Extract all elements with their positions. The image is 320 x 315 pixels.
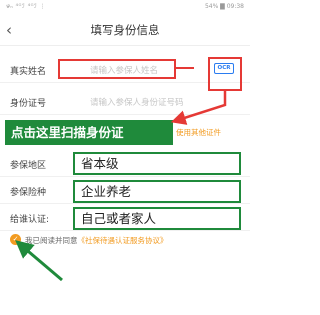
checkmark-icon[interactable]: ✓: [10, 234, 21, 245]
certifier-label: 给谁认证:: [10, 215, 50, 225]
battery-time: 54% ▇ 09:38: [204, 3, 244, 10]
ocr-scan-button[interactable]: OCR: [208, 57, 242, 91]
agreement-prefix: 我已阅读并同意: [25, 236, 78, 245]
ocr-icon: OCR: [214, 63, 234, 74]
region-select[interactable]: 省本级: [73, 152, 241, 175]
agreement-link[interactable]: 《社保待遇认证服务协议》: [78, 236, 168, 245]
nav-bar: ‹ 填写身份信息: [0, 16, 250, 46]
page-title: 填写身份信息: [90, 23, 160, 37]
signal-indicators: ഴₙ ⁴ᴳℐ ⁴ᴳℐ ⋮: [6, 3, 47, 10]
agreement-arrow: [15, 240, 63, 282]
agreement-text: 我已阅读并同意《社保待遇认证服务协议》: [25, 235, 168, 246]
use-other-document-link[interactable]: 使用其他证件: [176, 127, 221, 138]
id-label: 身份证号: [10, 99, 47, 109]
insurance-type-select[interactable]: 企业养老: [73, 180, 241, 203]
id-row: 身份证号 请输入参保人身份证号码: [0, 88, 250, 115]
name-highlight-box: [58, 59, 176, 79]
scan-id-annotation: 点击这里扫描身份证: [5, 120, 173, 145]
agreement-row: ✓ 我已阅读并同意《社保待遇认证服务协议》: [0, 230, 250, 250]
certifier-select[interactable]: 自己或者家人: [73, 207, 241, 230]
name-label: 真实姓名: [10, 67, 47, 77]
status-bar: ഴₙ ⁴ᴳℐ ⁴ᴳℐ ⋮ 54% ▇ 09:38: [0, 0, 250, 16]
region-label: 参保地区: [10, 161, 47, 171]
id-number-input[interactable]: 请输入参保人身份证号码: [90, 96, 184, 108]
insurance-label: 参保险种: [10, 188, 47, 198]
